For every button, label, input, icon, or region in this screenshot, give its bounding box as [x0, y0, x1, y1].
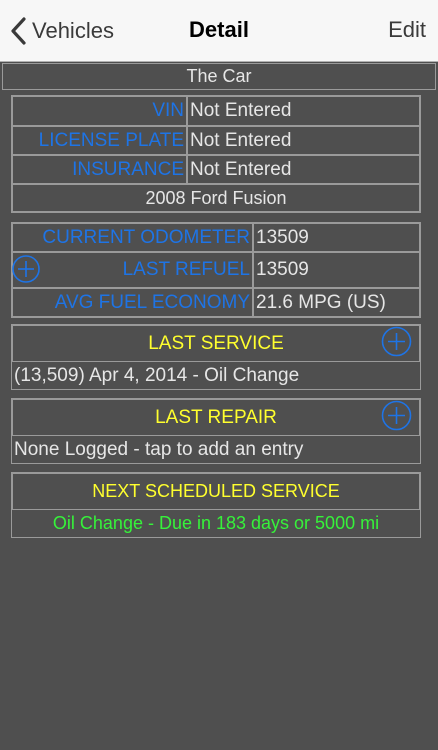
- page-title: Detail: [189, 17, 249, 42]
- navigation-bar: Vehicles Detail Edit: [0, 0, 438, 62]
- add-service-plus-icon[interactable]: [381, 326, 412, 357]
- current-odometer-value: 13509: [253, 223, 420, 252]
- add-repair-plus-icon[interactable]: [381, 400, 412, 431]
- next-service-entry[interactable]: Oil Change - Due in 183 days or 5000 mi: [12, 510, 420, 537]
- insurance-value[interactable]: Not Entered: [187, 155, 420, 184]
- add-refuel-plus-icon[interactable]: [11, 254, 41, 284]
- edit-button[interactable]: Edit: [388, 17, 426, 43]
- last-repair-entry[interactable]: None Logged - tap to add an entry: [12, 436, 420, 463]
- avg-fuel-economy-label: AVG FUEL ECONOMY: [12, 288, 253, 317]
- vehicle-model[interactable]: 2008 Ford Fusion: [12, 184, 420, 212]
- last-repair-header: LAST REPAIR: [12, 399, 420, 436]
- vin-value[interactable]: Not Entered: [187, 96, 420, 126]
- license-plate-label: LICENSE PLATE: [12, 126, 187, 155]
- insurance-label: INSURANCE: [12, 155, 187, 184]
- last-refuel-label: LAST REFUEL: [12, 252, 253, 288]
- vin-label: VIN: [12, 96, 187, 126]
- last-service-header: LAST SERVICE: [12, 325, 420, 362]
- vehicle-name[interactable]: The Car: [2, 63, 436, 90]
- current-odometer-label: CURRENT ODOMETER: [12, 223, 253, 252]
- last-service-entry[interactable]: (13,509) Apr 4, 2014 - Oil Change: [12, 362, 420, 389]
- last-refuel-value: 13509: [253, 252, 420, 288]
- license-plate-value[interactable]: Not Entered: [187, 126, 420, 155]
- avg-fuel-economy-value: 21.6 MPG (US): [253, 288, 420, 317]
- next-service-header: NEXT SCHEDULED SERVICE: [12, 473, 420, 510]
